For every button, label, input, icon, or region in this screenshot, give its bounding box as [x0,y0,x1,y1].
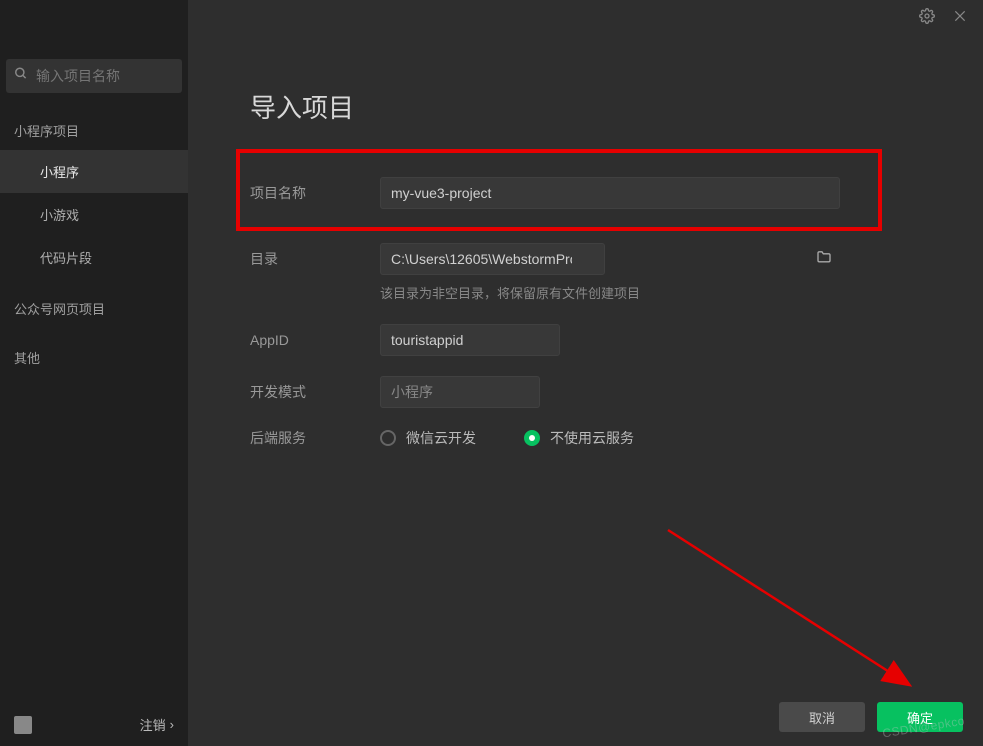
devmode-label: 开发模式 [250,382,380,402]
dialog-footer: 取消 确定 [188,688,983,746]
nav-group-header: 小程序项目 [0,111,188,150]
nav-group-header: 其他 [0,338,188,377]
project-name-input[interactable] [380,177,840,209]
directory-helper: 该目录为非空目录，将保留原有文件创建项目 [380,283,923,302]
radio-no-cloud[interactable]: 不使用云服务 [524,428,634,448]
sidebar-item-snippet[interactable]: 代码片段 [0,236,188,279]
radio-icon [380,430,396,446]
backend-label: 后端服务 [250,428,380,448]
directory-label: 目录 [250,249,380,269]
radio-label: 不使用云服务 [550,428,634,448]
close-icon[interactable] [953,9,967,28]
project-name-label: 项目名称 [250,183,380,203]
radio-label: 微信云开发 [406,428,476,448]
appid-label: AppID [250,332,380,348]
sidebar: 小程序项目 小程序 小游戏 代码片段 公众号网页项目 其他 注销 › [0,0,188,746]
directory-input[interactable] [380,243,605,275]
sidebar-item-minigame[interactable]: 小游戏 [0,193,188,236]
chevron-right-icon: › [170,717,174,732]
appid-input[interactable] [380,324,560,356]
search-input[interactable] [6,59,182,93]
titlebar [188,0,983,36]
sidebar-item-miniprogram[interactable]: 小程序 [0,150,188,193]
avatar[interactable] [14,716,32,734]
radio-icon [524,430,540,446]
logout-button[interactable]: 注销 › [140,715,174,734]
search-icon [14,67,28,86]
nav-group-header: 公众号网页项目 [0,289,188,328]
logout-label: 注销 [140,715,166,734]
highlight-annotation: 项目名称 [236,149,882,231]
devmode-value: 小程序 [391,382,433,402]
main-panel: 导入项目 项目名称 目录 该目录为非空目录，将保留原有文件创建项目 App [188,0,983,746]
folder-icon[interactable] [816,250,832,269]
cancel-button[interactable]: 取消 [779,702,865,732]
gear-icon[interactable] [919,8,935,29]
devmode-select[interactable]: 小程序 [380,376,540,408]
confirm-button[interactable]: 确定 [877,702,963,732]
radio-wechat-cloud[interactable]: 微信云开发 [380,428,476,448]
page-title: 导入项目 [250,88,923,125]
